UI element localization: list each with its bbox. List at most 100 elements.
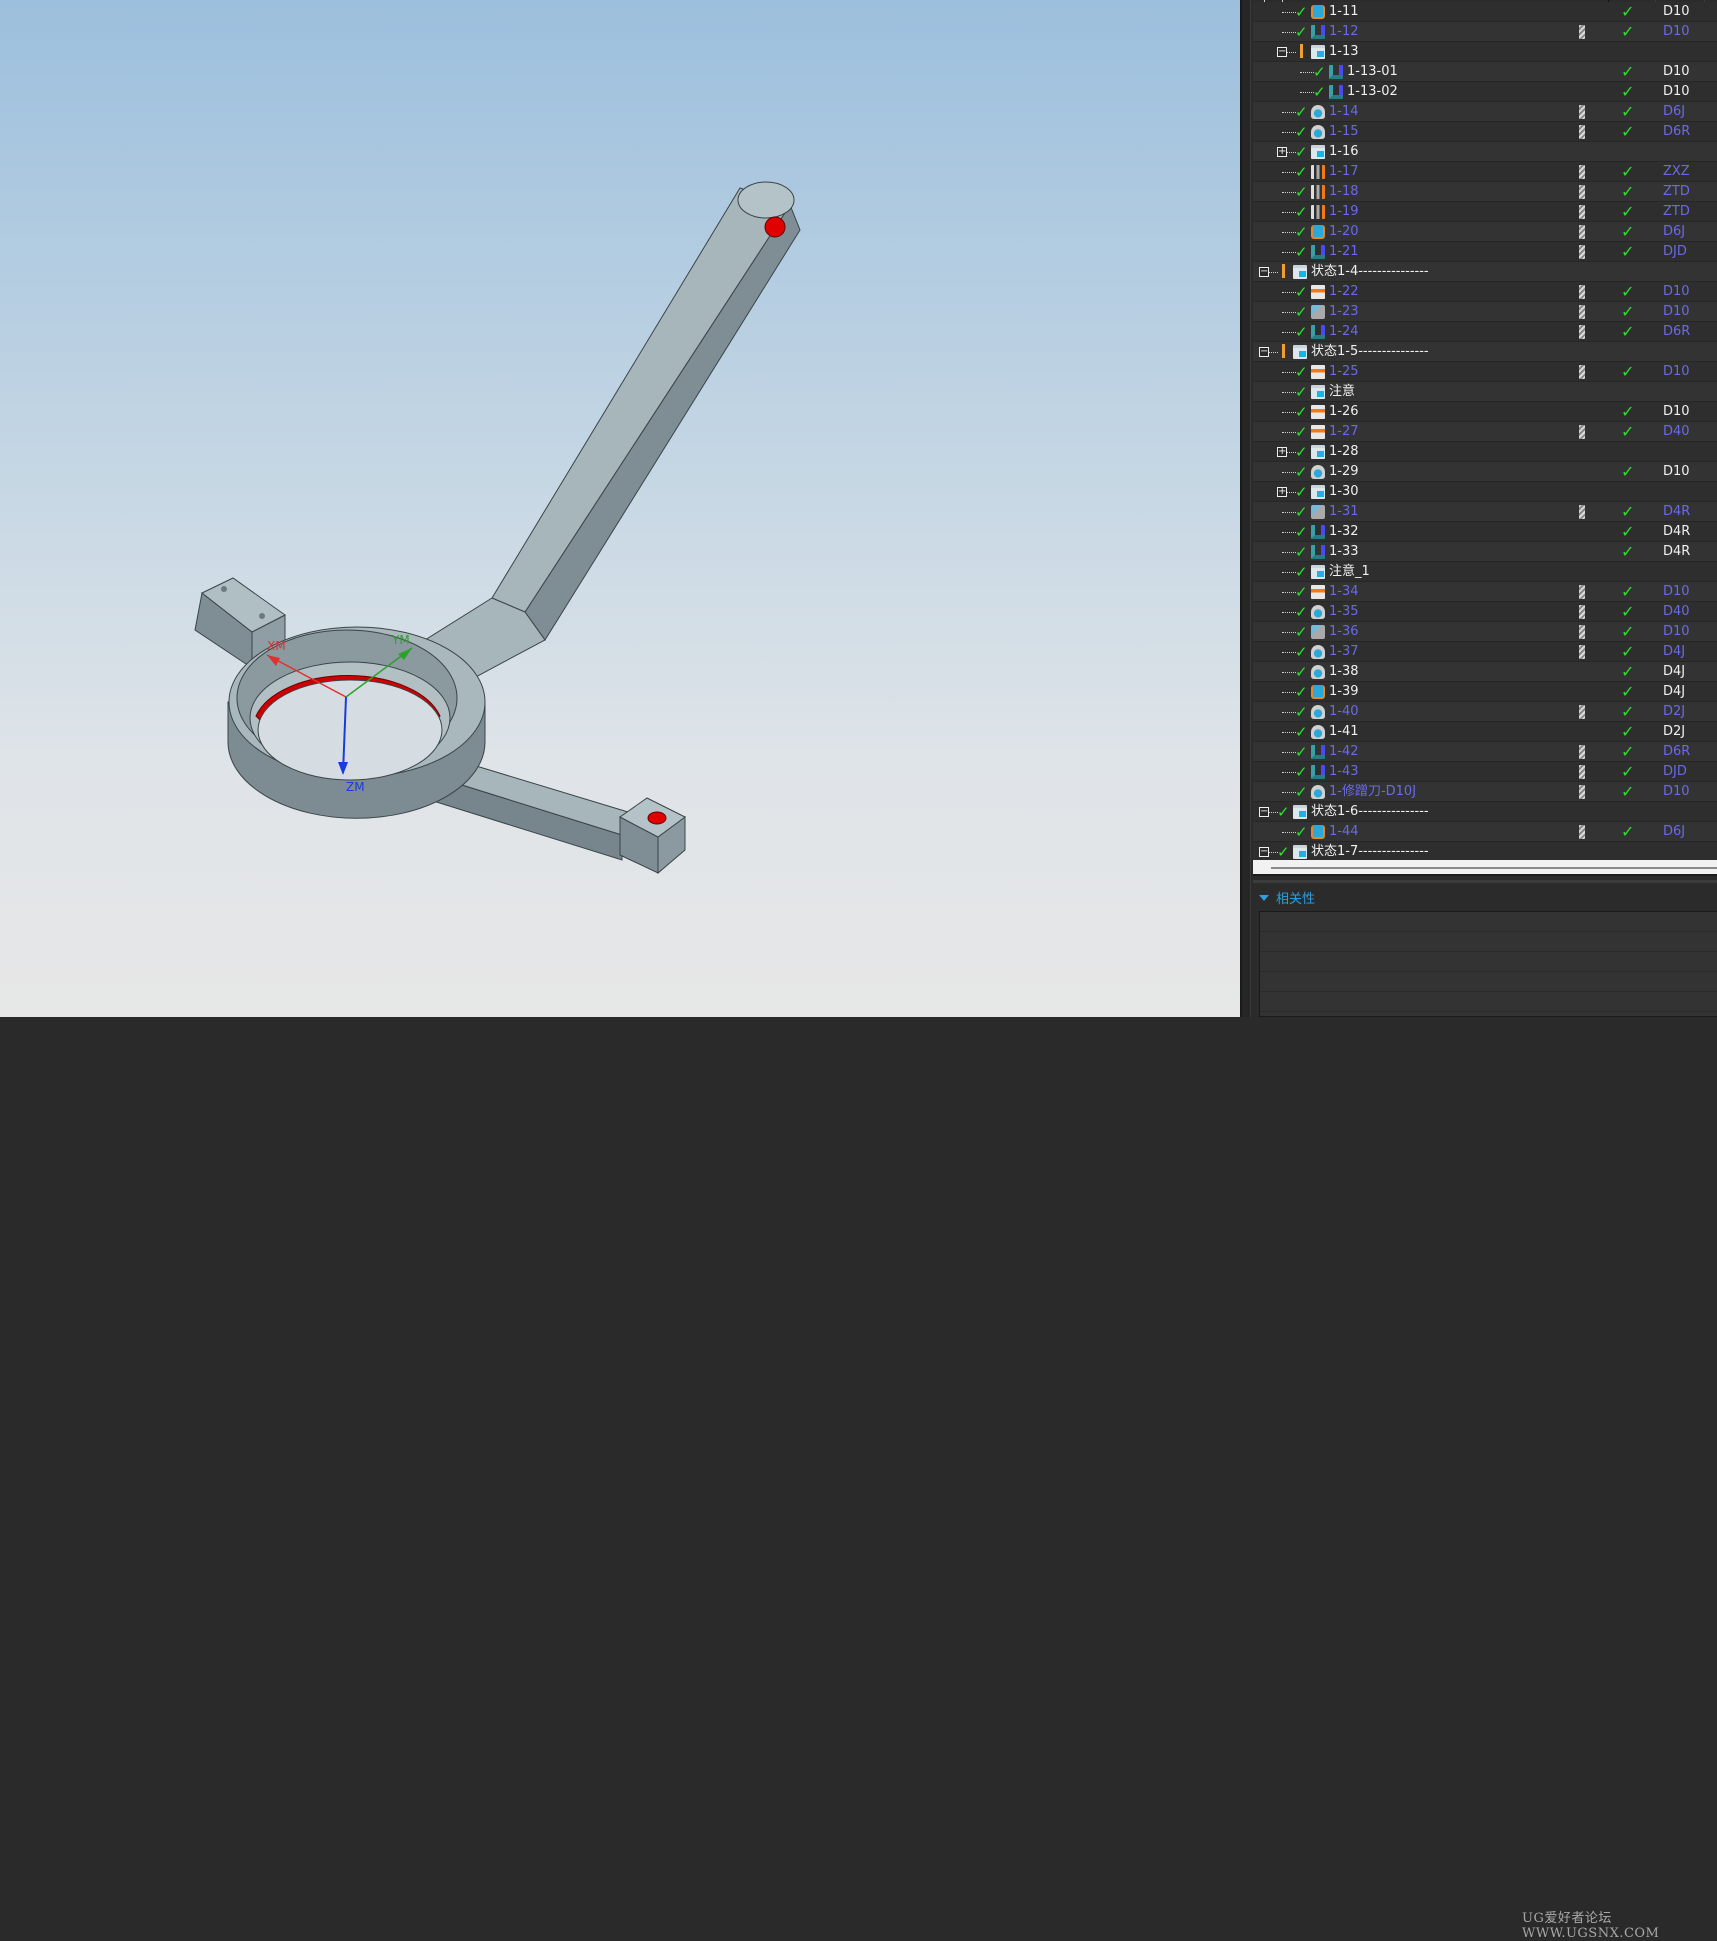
horizontal-scrollbar[interactable] xyxy=(1253,860,1717,876)
upper-arm-end xyxy=(737,181,795,219)
operation-row[interactable]: − 状态1-4--------------- xyxy=(1253,262,1717,282)
collapse-icon[interactable]: − xyxy=(1259,267,1269,277)
operation-row[interactable]: ✓ 1-43 ✓ DJD xyxy=(1253,762,1717,782)
scrollbar-thumb[interactable] xyxy=(1271,867,1717,869)
operation-row[interactable]: ✓ 1-39 ✓ D4J xyxy=(1253,682,1717,702)
complete-check-icon: ✓ xyxy=(1295,783,1308,801)
tree-connector xyxy=(1282,792,1296,793)
operation-row[interactable]: ✓ 1-33 ✓ D4R xyxy=(1253,542,1717,562)
operation-name: 1-38 xyxy=(1329,664,1359,679)
operation-row[interactable]: − 1-13 xyxy=(1253,42,1717,62)
operation-row[interactable]: + ✓ 1-16 xyxy=(1253,142,1717,162)
dependencies-section-header[interactable]: 相关性 xyxy=(1253,880,1717,907)
toolpath-icon xyxy=(1579,105,1585,119)
collapse-icon[interactable]: − xyxy=(1259,847,1269,857)
operation-row[interactable]: ✓ 1-13-02 ✓ D10 xyxy=(1253,82,1717,102)
collapse-icon[interactable]: − xyxy=(1277,47,1287,57)
operation-row[interactable]: ✓ 1-17 ✓ ZXZ xyxy=(1253,162,1717,182)
operation-row[interactable]: ✓ 1-14 ✓ D6J xyxy=(1253,102,1717,122)
tool-name: D10 xyxy=(1663,784,1690,799)
operation-row[interactable]: ✓ 1-41 ✓ D2J xyxy=(1253,722,1717,742)
operation-row[interactable]: ✓ 1-27 ✓ D40 xyxy=(1253,422,1717,442)
tab-hole xyxy=(221,586,227,592)
operation-row[interactable]: ✓ 1-38 ✓ D4J xyxy=(1253,662,1717,682)
y-axis-label: YM xyxy=(391,633,410,647)
operation-row[interactable]: ✓ 1-22 ✓ D10 xyxy=(1253,282,1717,302)
complete-check-icon: ✓ xyxy=(1295,103,1308,121)
expand-icon[interactable]: + xyxy=(1277,447,1287,457)
operation-row[interactable]: ✓ 注意_1 xyxy=(1253,562,1717,582)
warning-icon xyxy=(1282,344,1285,358)
verified-check-icon: ✓ xyxy=(1621,602,1635,621)
surface-operation-icon xyxy=(1311,705,1325,719)
expand-icon[interactable]: + xyxy=(1277,147,1287,157)
operation-row[interactable]: ✓ 1-31 ✓ D4R xyxy=(1253,502,1717,522)
operation-row[interactable]: ✓ 1-26 ✓ D10 xyxy=(1253,402,1717,422)
operation-navigator: ✓ 1-11 ✓ D10 ✓ 1-12 ✓ D10 − 1-13 ✓ 1-13-01 ✓ D10 ✓ 1-13… xyxy=(1240,0,1717,1941)
complete-check-icon: ✓ xyxy=(1295,623,1308,641)
operation-row[interactable]: ✓ 1-24 ✓ D6R xyxy=(1253,322,1717,342)
operation-row[interactable]: ✓ 1-11 ✓ D10 xyxy=(1253,2,1717,22)
operation-row[interactable]: + ✓ 1-30 xyxy=(1253,482,1717,502)
operation-row[interactable]: − 状态1-5--------------- xyxy=(1253,342,1717,362)
tool-name: D6R xyxy=(1663,744,1691,759)
operation-row[interactable]: ✓ 1-18 ✓ ZTD xyxy=(1253,182,1717,202)
drill-operation-icon xyxy=(1311,225,1325,239)
operation-tree[interactable]: ✓ 1-11 ✓ D10 ✓ 1-12 ✓ D10 − 1-13 ✓ 1-13-01 ✓ D10 ✓ 1-13… xyxy=(1253,0,1717,860)
operation-row[interactable]: ✓ 1-25 ✓ D10 xyxy=(1253,362,1717,382)
operation-row[interactable]: ✓ 1-32 ✓ D4R xyxy=(1253,522,1717,542)
tree-connector xyxy=(1282,652,1296,653)
operation-row[interactable]: ✓ 1-12 ✓ D10 xyxy=(1253,22,1717,42)
contour-operation-icon xyxy=(1311,305,1325,319)
tool-name: ZXZ xyxy=(1663,164,1690,179)
operation-row[interactable]: ✓ 1-15 ✓ D6R xyxy=(1253,122,1717,142)
operation-row[interactable]: ✓ 1-35 ✓ D40 xyxy=(1253,602,1717,622)
operation-row[interactable]: ✓ 1-21 ✓ DJD xyxy=(1253,242,1717,262)
collapse-icon[interactable]: − xyxy=(1259,807,1269,817)
verified-check-icon: ✓ xyxy=(1621,22,1635,41)
tree-connector xyxy=(1282,372,1296,373)
operation-row[interactable]: − ✓ 状态1-7--------------- xyxy=(1253,842,1717,860)
operation-name: 1-31 xyxy=(1329,504,1359,519)
folder-operation-icon xyxy=(1311,485,1325,499)
operation-row[interactable]: ✓ 1-19 ✓ ZTD xyxy=(1253,202,1717,222)
graphics-viewport[interactable]: XM YM ZM xyxy=(0,0,1240,1017)
zlevel-operation-icon xyxy=(1311,245,1325,259)
verified-check-icon: ✓ xyxy=(1621,102,1635,121)
operation-row[interactable]: ✓ 1-44 ✓ D6J xyxy=(1253,822,1717,842)
operation-row[interactable]: ✓ 1-13-01 ✓ D10 xyxy=(1253,62,1717,82)
operation-row[interactable]: + ✓ 1-28 xyxy=(1253,442,1717,462)
surface-operation-icon xyxy=(1311,645,1325,659)
verified-check-icon: ✓ xyxy=(1621,782,1635,801)
collapse-triangle-icon[interactable] xyxy=(1259,895,1269,901)
operation-row[interactable]: ✓ 1-修蹭刀-D10J ✓ D10 xyxy=(1253,782,1717,802)
collapse-icon[interactable]: − xyxy=(1259,347,1269,357)
tab-hole xyxy=(259,613,265,619)
tree-connector xyxy=(1282,712,1296,713)
verified-check-icon: ✓ xyxy=(1621,402,1635,421)
operation-row[interactable]: ✓ 1-34 ✓ D10 xyxy=(1253,582,1717,602)
operation-row[interactable]: ✓ 注意 xyxy=(1253,382,1717,402)
operation-row[interactable]: ✓ 1-29 ✓ D10 xyxy=(1253,462,1717,482)
verified-check-icon: ✓ xyxy=(1621,362,1635,381)
tool-name: D10 xyxy=(1663,84,1690,99)
plunge-operation-icon xyxy=(1311,185,1325,199)
tool-name: D40 xyxy=(1663,424,1690,439)
operation-row[interactable]: ✓ 1-37 ✓ D4J xyxy=(1253,642,1717,662)
operation-row[interactable]: ✓ 1-42 ✓ D6R xyxy=(1253,742,1717,762)
planar-operation-icon xyxy=(1311,585,1325,599)
watermark: UG爱好者论坛 WWW.UGSNX.COM xyxy=(1522,1911,1660,1941)
operation-row[interactable]: ✓ 1-40 ✓ D2J xyxy=(1253,702,1717,722)
operation-name: 1-11 xyxy=(1329,4,1359,19)
operation-name: 1-18 xyxy=(1329,184,1359,199)
operation-row[interactable]: ✓ 1-20 ✓ D6J xyxy=(1253,222,1717,242)
surface-operation-icon xyxy=(1311,725,1325,739)
panel-resize-edge[interactable] xyxy=(1242,0,1251,1017)
tool-name: D6R xyxy=(1663,324,1691,339)
operation-row[interactable]: ✓ 1-36 ✓ D10 xyxy=(1253,622,1717,642)
operation-row[interactable]: − ✓ 状态1-6--------------- xyxy=(1253,802,1717,822)
complete-check-icon: ✓ xyxy=(1295,363,1308,381)
operation-row[interactable]: ✓ 1-23 ✓ D10 xyxy=(1253,302,1717,322)
tool-name: D10 xyxy=(1663,24,1690,39)
expand-icon[interactable]: + xyxy=(1277,487,1287,497)
